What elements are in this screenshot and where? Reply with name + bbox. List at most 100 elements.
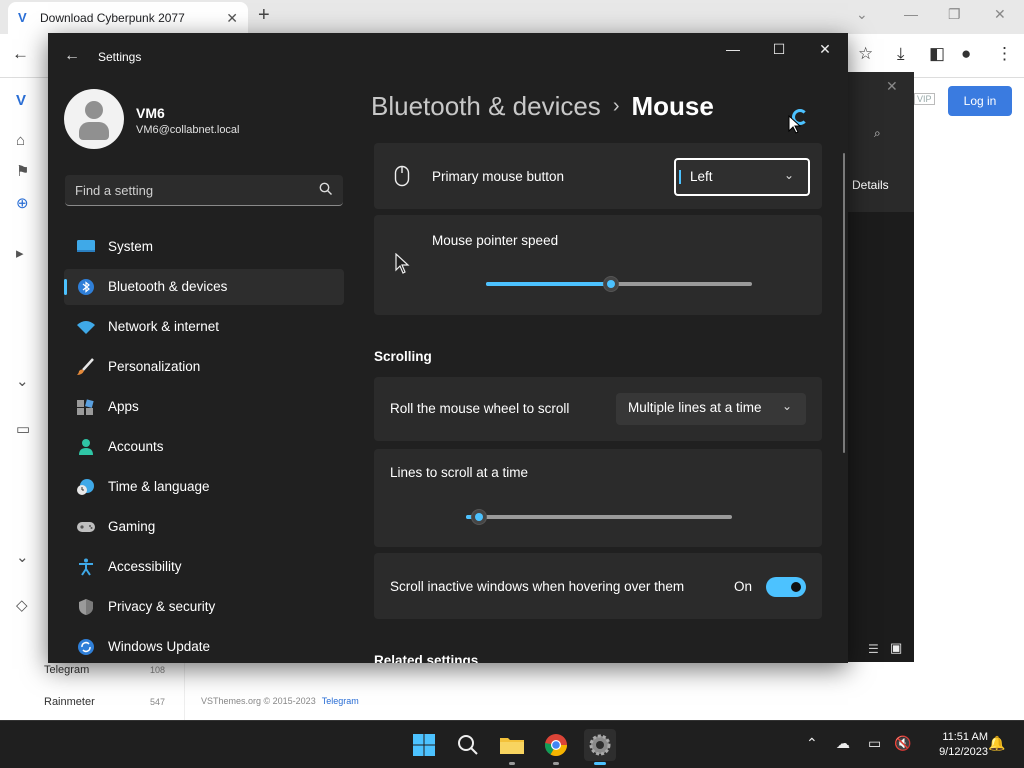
settings-search-box[interactable] [65, 175, 343, 206]
browser-close-button[interactable]: ✕ [994, 6, 1006, 23]
sidebar-item-rainmeter[interactable]: Rainmeter [44, 696, 95, 708]
home-icon[interactable]: ⌂ [16, 132, 25, 149]
roll-wheel-label: Roll the mouse wheel to scroll [390, 401, 570, 416]
system-clock[interactable]: 11:51 AM 9/12/2023 [918, 730, 988, 760]
globe-clock-icon [77, 479, 94, 495]
content-scrollbar[interactable] [843, 153, 845, 453]
chevron-down-icon: ⌄ [781, 399, 792, 413]
nav-item-system[interactable]: System [64, 229, 344, 265]
expand-icon[interactable]: ⌄ [16, 548, 29, 566]
nav-label: System [108, 239, 154, 254]
show-hidden-icons-icon[interactable]: ⌃ [806, 735, 818, 752]
nav-item-accessibility[interactable]: Accessibility [64, 549, 344, 585]
folder-icon [500, 738, 524, 754]
nav-item-gaming[interactable]: Gaming [64, 509, 344, 545]
maximize-button[interactable]: ☐ [764, 41, 794, 61]
list-icon[interactable]: ▸ [16, 244, 24, 262]
scroll-inactive-card: Scroll inactive windows when hovering ov… [374, 553, 822, 619]
nav-item-privacy[interactable]: Privacy & security [64, 589, 344, 625]
accounts-icon [79, 439, 93, 455]
system-icon [77, 240, 95, 252]
monitor-icon[interactable]: ▭ [16, 420, 30, 438]
nav-item-bluetooth[interactable]: Bluetooth & devices [64, 269, 344, 305]
mouse-cursor-icon [788, 115, 802, 134]
nav-label: Bluetooth & devices [108, 279, 228, 294]
gamepad-icon [77, 522, 95, 532]
pointer-speed-slider[interactable] [486, 276, 752, 292]
onedrive-icon[interactable]: ☁ [836, 735, 850, 752]
browser-restore-button[interactable]: ❐ [948, 6, 961, 23]
nav-item-time-language[interactable]: Time & language [64, 469, 344, 505]
search-icon[interactable]: ⌕ [874, 126, 881, 141]
breadcrumb-parent[interactable]: Bluetooth & devices [371, 91, 601, 121]
nav-item-apps[interactable]: Apps [64, 389, 344, 425]
volume-muted-icon[interactable]: 🔇 [894, 735, 911, 752]
nav-item-windows-update[interactable]: Windows Update [64, 629, 344, 663]
close-button[interactable]: ✕ [810, 41, 840, 61]
scrolling-heading: Scrolling [374, 349, 432, 364]
minimize-button[interactable]: — [718, 41, 748, 61]
toggle-knob [791, 582, 801, 592]
lines-to-scroll-slider[interactable] [466, 509, 732, 525]
close-tab-icon[interactable]: ✕ [226, 10, 238, 27]
tile-view-icon[interactable]: ▣ [890, 640, 902, 656]
nav-label: Personalization [108, 359, 201, 374]
network-icon[interactable]: ▭ [868, 735, 881, 752]
sidebar-item-telegram[interactable]: Telegram [44, 664, 89, 676]
new-tab-button[interactable]: + [258, 4, 270, 27]
settings-taskbar-button[interactable] [584, 729, 616, 765]
nav-label: Network & internet [108, 319, 220, 334]
search-icon[interactable] [319, 182, 333, 196]
notification-bell-icon[interactable]: 🔔 [988, 735, 1005, 752]
footer-telegram-link[interactable]: Telegram [322, 696, 359, 706]
slider-thumb[interactable] [471, 509, 487, 525]
add-icon[interactable]: ⊕ [16, 194, 29, 212]
browser-minimize-button[interactable]: — [904, 6, 918, 22]
login-button[interactable]: Log in [948, 86, 1012, 116]
tab-search-icon[interactable]: ⌄ [856, 6, 868, 23]
primary-button-dropdown[interactable]: Left ⌄ [674, 158, 810, 196]
panel-close-icon[interactable]: ✕ [886, 78, 898, 95]
breadcrumb: Bluetooth & devices › Mouse [371, 91, 714, 122]
search-icon [458, 735, 478, 755]
search-button[interactable] [452, 729, 484, 761]
site-footer: VSThemes.org © 2015-2023 Telegram [201, 696, 359, 706]
apps-icon [77, 399, 94, 415]
chevron-down-icon: ⌄ [783, 168, 794, 182]
list-view-icon[interactable]: ☰ [868, 642, 879, 656]
site-favicon-icon: V [18, 10, 27, 25]
user-profile[interactable]: VM6 VM6@collabnet.local [64, 89, 354, 153]
back-arrow-icon[interactable]: ← [64, 47, 80, 65]
windows-logo-icon [413, 734, 435, 756]
details-tab[interactable]: Details [852, 178, 889, 192]
nav-label: Apps [108, 399, 139, 414]
slider-thumb[interactable] [603, 276, 619, 292]
nav-item-network[interactable]: Network & internet [64, 309, 344, 345]
wifi-icon [77, 321, 95, 334]
scroll-inactive-toggle[interactable] [766, 577, 806, 597]
browser-tab-strip: V Download Cyberpunk 2077 ✕ + ⌄ — ❐ ✕ [0, 0, 1024, 34]
lines-to-scroll-label: Lines to scroll at a time [390, 465, 529, 480]
theme-icon[interactable]: ◇ [16, 596, 28, 614]
download-icon[interactable]: ⤓ [897, 44, 905, 64]
profile-icon[interactable]: ● [961, 44, 971, 64]
pointer-speed-card: Mouse pointer speed [374, 215, 822, 315]
bookmark-star-icon[interactable]: ☆ [858, 44, 873, 64]
browser-tab[interactable]: V Download Cyberpunk 2077 ✕ [8, 2, 248, 34]
clock-date: 9/12/2023 [939, 746, 988, 758]
expand-icon[interactable]: ⌄ [16, 372, 29, 390]
roll-wheel-dropdown[interactable]: Multiple lines at a time ⌄ [616, 393, 806, 425]
store-icon[interactable]: ⚑ [16, 162, 29, 180]
back-icon[interactable]: ← [12, 44, 29, 64]
menu-icon[interactable]: ⋮ [996, 44, 1013, 64]
search-input[interactable] [65, 175, 305, 205]
side-panel-icon[interactable]: ◧ [929, 44, 945, 64]
file-explorer-button[interactable] [496, 729, 528, 765]
start-button[interactable] [408, 729, 440, 761]
nav-label: Accessibility [108, 559, 182, 574]
chrome-button[interactable] [540, 729, 572, 765]
nav-item-personalization[interactable]: Personalization [64, 349, 344, 385]
nav-item-accounts[interactable]: Accounts [64, 429, 344, 465]
chrome-icon [545, 734, 567, 756]
vip-badge[interactable]: VIP [914, 93, 935, 105]
